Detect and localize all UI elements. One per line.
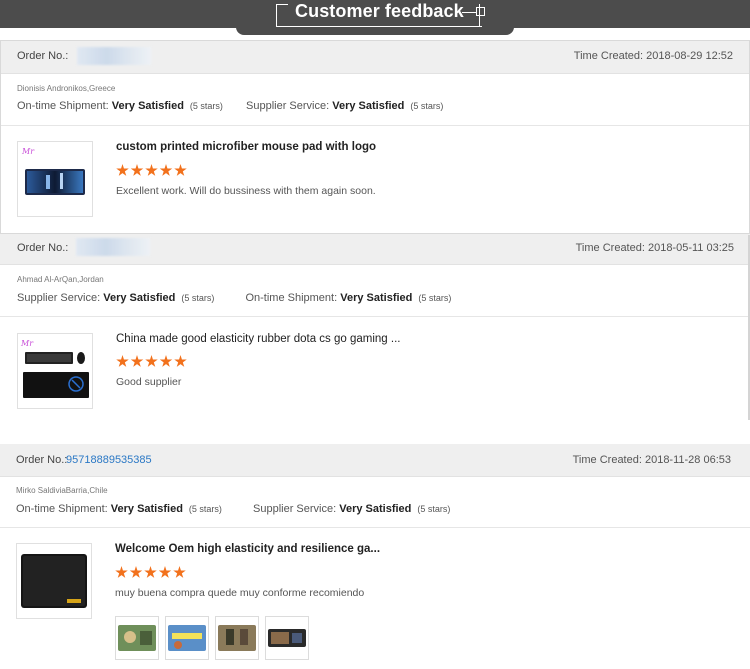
rating-item: On-time Shipment: Very Satisfied (5 stars… [16,503,222,515]
star-rating [116,164,189,178]
star-icon [144,566,157,578]
rating-summary: On-time Shipment: Very Satisfied (5 stars… [17,100,443,112]
feedback-photo[interactable] [215,616,259,660]
card-header: Order No.: Time Created: 2018-05-11 03:2… [0,234,750,265]
feedback-card: Order No.: Time Created: 2018-05-11 03:2… [0,234,750,419]
feedback-card: Order No.: Time Created: 2018-08-29 12:5… [0,40,750,234]
title-line [462,12,476,13]
star-icon [116,164,129,176]
feedback-photo[interactable] [165,616,209,660]
feedback-photo[interactable] [115,616,159,660]
star-icon [116,355,129,367]
time-created: Time Created: 2018-11-28 06:53 [572,454,731,466]
order-number-link[interactable]: 95718889535385 [66,454,152,466]
star-icon [115,566,128,578]
rating-summary: Supplier Service: Very Satisfied (5 stars… [17,292,451,304]
star-icon [173,566,186,578]
svg-text:Mr: Mr [20,339,34,348]
page-title: Customer feedback [295,1,464,21]
feedback-comment: muy buena compra quede muy conforme reco… [115,587,365,599]
feedback-comment: Excellent work. Will do bussiness with t… [116,185,376,197]
star-icon [130,355,144,367]
star-icon [159,164,173,176]
star-icon [174,164,187,176]
star-icon [145,355,158,367]
rating-summary: On-time Shipment: Very Satisfied (5 stars… [16,503,450,515]
order-label: Order No.: [17,242,69,254]
star-icon [159,355,173,367]
star-icon [145,164,158,176]
photo-gallery [115,616,325,662]
rating-item: On-time Shipment: Very Satisfied (5 stars… [17,100,223,112]
divider [1,125,749,126]
order-number-redacted [76,238,150,256]
feedback-comment: Good supplier [116,376,182,388]
buyer-name: Dionisis Andronikos,Greece [17,84,116,93]
rating-item: On-time Shipment: Very Satisfied (5 stars… [245,292,452,304]
product-title[interactable]: custom printed microfiber mouse pad with… [116,141,376,153]
product-thumbnail[interactable]: Mr [17,141,93,217]
product-title[interactable]: China made good elasticity rubber dota c… [116,333,400,345]
product-thumbnail[interactable]: Mr [17,333,93,409]
card-header: Order No.: 95718889535385 Time Created: … [0,444,750,477]
order-number-redacted [77,47,151,65]
card-header: Order No.: Time Created: 2018-08-29 12:5… [1,41,749,74]
square-icon [476,7,485,16]
product-title[interactable]: Welcome Oem high elasticity and resilien… [115,543,380,555]
divider [0,527,750,528]
order-label: Order No.: [17,50,69,62]
star-icon [129,566,143,578]
order-label: Order No.: [16,454,68,466]
time-created: Time Created: 2018-05-11 03:25 [575,242,734,254]
feedback-card: Order No.: 95718889535385 Time Created: … [0,444,750,669]
rating-item: Supplier Service: Very Satisfied (5 stars… [246,100,444,112]
svg-text:Mr: Mr [21,147,35,156]
feedback-photo[interactable] [265,616,309,660]
time-created: Time Created: 2018-08-29 12:52 [573,50,733,62]
star-rating [115,566,188,580]
product-thumbnail[interactable] [16,543,92,619]
star-icon [130,164,144,176]
rating-item: Supplier Service: Very Satisfied (5 stars… [253,503,451,515]
buyer-name: Mirko SaldiviaBarria,Chile [16,486,108,495]
rating-item: Supplier Service: Very Satisfied (5 stars… [17,292,215,304]
buyer-name: Ahmad Al-ArQan,Jordan [17,275,104,284]
divider [0,316,750,317]
star-icon [174,355,187,367]
star-icon [158,566,172,578]
star-rating [116,355,189,369]
